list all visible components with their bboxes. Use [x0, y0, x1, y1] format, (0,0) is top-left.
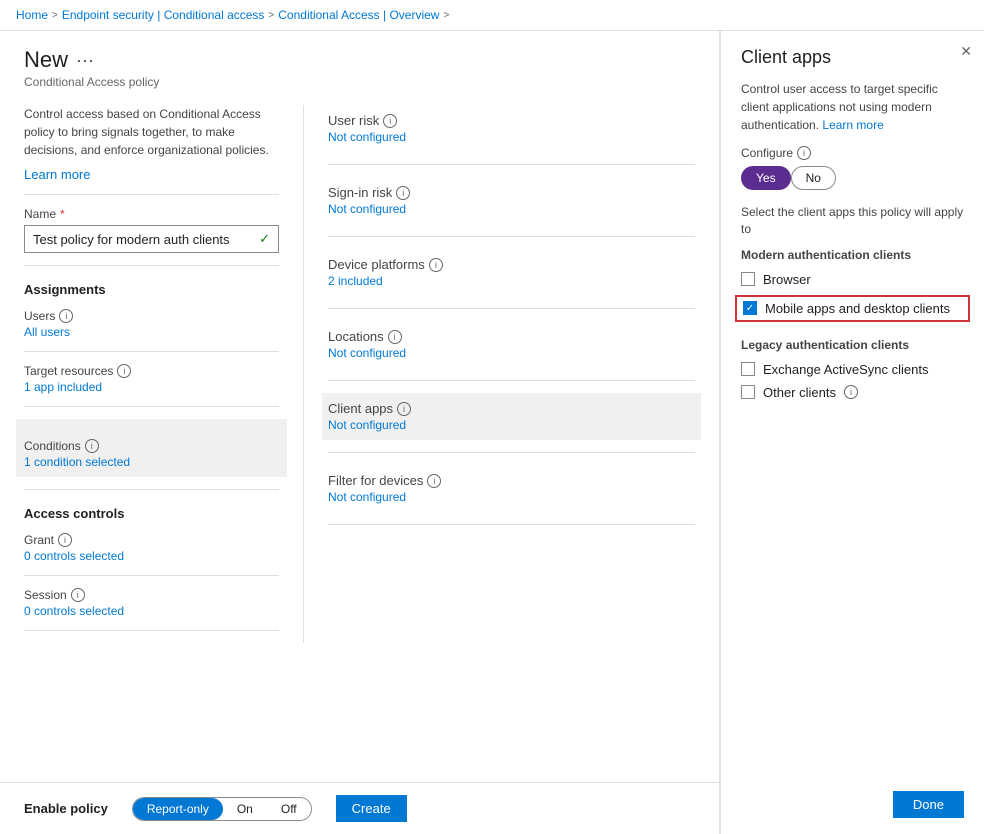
- mobile-desktop-checkbox-row[interactable]: ✓ Mobile apps and desktop clients: [735, 295, 970, 322]
- locations-value[interactable]: Not configured: [328, 346, 695, 360]
- create-button[interactable]: Create: [336, 795, 407, 822]
- breadcrumb-overview[interactable]: Conditional Access | Overview: [278, 8, 439, 22]
- other-clients-checkbox-row[interactable]: Other clients i: [741, 381, 964, 404]
- device-platforms-info-icon[interactable]: i: [429, 258, 443, 272]
- check-icon: ✓: [259, 231, 270, 247]
- close-button[interactable]: ✕: [960, 43, 972, 60]
- session-info-icon[interactable]: i: [71, 588, 85, 602]
- no-toggle[interactable]: No: [791, 166, 836, 190]
- device-platforms-row[interactable]: Device platforms i 2 included: [328, 249, 695, 296]
- filter-devices-info-icon[interactable]: i: [427, 474, 441, 488]
- client-apps-row[interactable]: Client apps i Not configured: [322, 393, 701, 440]
- browser-checkbox-row[interactable]: Browser: [741, 268, 964, 291]
- user-risk-value[interactable]: Not configured: [328, 130, 695, 144]
- enable-policy-label: Enable policy: [24, 801, 108, 816]
- panel-learn-more-link[interactable]: Learn more: [822, 118, 883, 132]
- legacy-auth-label: Legacy authentication clients: [741, 338, 964, 352]
- grant-info-icon[interactable]: i: [58, 533, 72, 547]
- filter-devices-row[interactable]: Filter for devices i Not configured: [328, 465, 695, 512]
- locations-info-icon[interactable]: i: [388, 330, 402, 344]
- modern-auth-label: Modern authentication clients: [741, 248, 964, 262]
- exchange-checkbox[interactable]: [741, 362, 755, 376]
- mobile-desktop-label: Mobile apps and desktop clients: [765, 301, 950, 316]
- configure-info-icon[interactable]: i: [797, 146, 811, 160]
- other-clients-label: Other clients: [763, 385, 836, 400]
- breadcrumb-sep-3: >: [443, 10, 449, 21]
- assignments-column: Control access based on Conditional Acce…: [24, 105, 304, 643]
- breadcrumb-home[interactable]: Home: [16, 8, 48, 22]
- grant-value[interactable]: 0 controls selected: [24, 549, 279, 563]
- done-button[interactable]: Done: [893, 791, 964, 818]
- exchange-checkbox-row[interactable]: Exchange ActiveSync clients: [741, 358, 964, 381]
- breadcrumb-endpoint[interactable]: Endpoint security | Conditional access: [62, 8, 265, 22]
- panel-bottom: Done: [741, 771, 964, 818]
- exchange-label: Exchange ActiveSync clients: [763, 362, 928, 377]
- sign-in-risk-value[interactable]: Not configured: [328, 202, 695, 216]
- target-resources-sublabel: Target resources i: [24, 364, 279, 378]
- page-subtitle: Conditional Access policy: [24, 75, 695, 89]
- required-star: *: [60, 207, 65, 221]
- conditions-column: User risk i Not configured Sign-in risk …: [304, 105, 695, 643]
- sign-in-risk-info-icon[interactable]: i: [396, 186, 410, 200]
- device-platforms-value[interactable]: 2 included: [328, 274, 695, 288]
- target-resources-value[interactable]: 1 app included: [24, 380, 279, 394]
- name-label: Name *: [24, 207, 279, 221]
- left-panel: New ··· Conditional Access policy Contro…: [0, 31, 720, 834]
- page-title: New: [24, 47, 68, 73]
- panel-description: Control user access to target specific c…: [741, 80, 964, 134]
- sign-in-risk-row[interactable]: Sign-in risk i Not configured: [328, 177, 695, 224]
- browser-checkbox[interactable]: [741, 272, 755, 286]
- other-clients-info-icon[interactable]: i: [844, 385, 858, 399]
- off-option[interactable]: Off: [267, 798, 311, 820]
- learn-more-link-left[interactable]: Learn more: [24, 167, 90, 182]
- panel-title: Client apps: [741, 47, 964, 68]
- check-mark: ✓: [746, 303, 754, 314]
- locations-row[interactable]: Locations i Not configured: [328, 321, 695, 368]
- conditions-info-icon[interactable]: i: [85, 439, 99, 453]
- client-apps-value[interactable]: Not configured: [328, 418, 695, 432]
- ellipsis-menu[interactable]: ···: [76, 50, 94, 71]
- user-risk-row[interactable]: User risk i Not configured: [328, 105, 695, 152]
- session-value[interactable]: 0 controls selected: [24, 604, 279, 618]
- yes-toggle[interactable]: Yes: [741, 166, 791, 190]
- conditions-value[interactable]: 1 condition selected: [24, 455, 279, 469]
- session-sublabel: Session i: [24, 588, 279, 602]
- client-apps-info-icon[interactable]: i: [397, 402, 411, 416]
- users-sublabel: Users i: [24, 309, 279, 323]
- other-clients-checkbox[interactable]: [741, 385, 755, 399]
- report-only-option[interactable]: Report-only: [133, 798, 223, 820]
- breadcrumb: Home > Endpoint security | Conditional a…: [0, 0, 984, 31]
- mobile-desktop-checkbox[interactable]: ✓: [743, 301, 757, 315]
- filter-devices-value[interactable]: Not configured: [328, 490, 695, 504]
- bottom-bar: Enable policy Report-only On Off Create: [0, 782, 719, 834]
- configure-label: Configure i: [741, 146, 964, 160]
- user-risk-info-icon[interactable]: i: [383, 114, 397, 128]
- users-info-icon[interactable]: i: [59, 309, 73, 323]
- access-controls-label: Access controls: [24, 506, 279, 521]
- users-value[interactable]: All users: [24, 325, 279, 339]
- assignments-label: Assignments: [24, 282, 279, 297]
- on-option[interactable]: On: [223, 798, 267, 820]
- configure-toggle-group: Yes No: [741, 166, 964, 190]
- client-apps-panel: Client apps ✕ Control user access to tar…: [720, 31, 984, 834]
- select-description: Select the client apps this policy will …: [741, 204, 964, 238]
- conditions-sublabel: Conditions i: [24, 439, 279, 453]
- policy-toggle-group: Report-only On Off: [132, 797, 312, 821]
- breadcrumb-sep-2: >: [268, 10, 274, 21]
- intro-text: Control access based on Conditional Acce…: [24, 105, 279, 159]
- breadcrumb-sep-1: >: [52, 10, 58, 21]
- policy-name-input[interactable]: Test policy for modern auth clients ✓: [24, 225, 279, 253]
- browser-label: Browser: [763, 272, 811, 287]
- target-resources-info-icon[interactable]: i: [117, 364, 131, 378]
- grant-sublabel: Grant i: [24, 533, 279, 547]
